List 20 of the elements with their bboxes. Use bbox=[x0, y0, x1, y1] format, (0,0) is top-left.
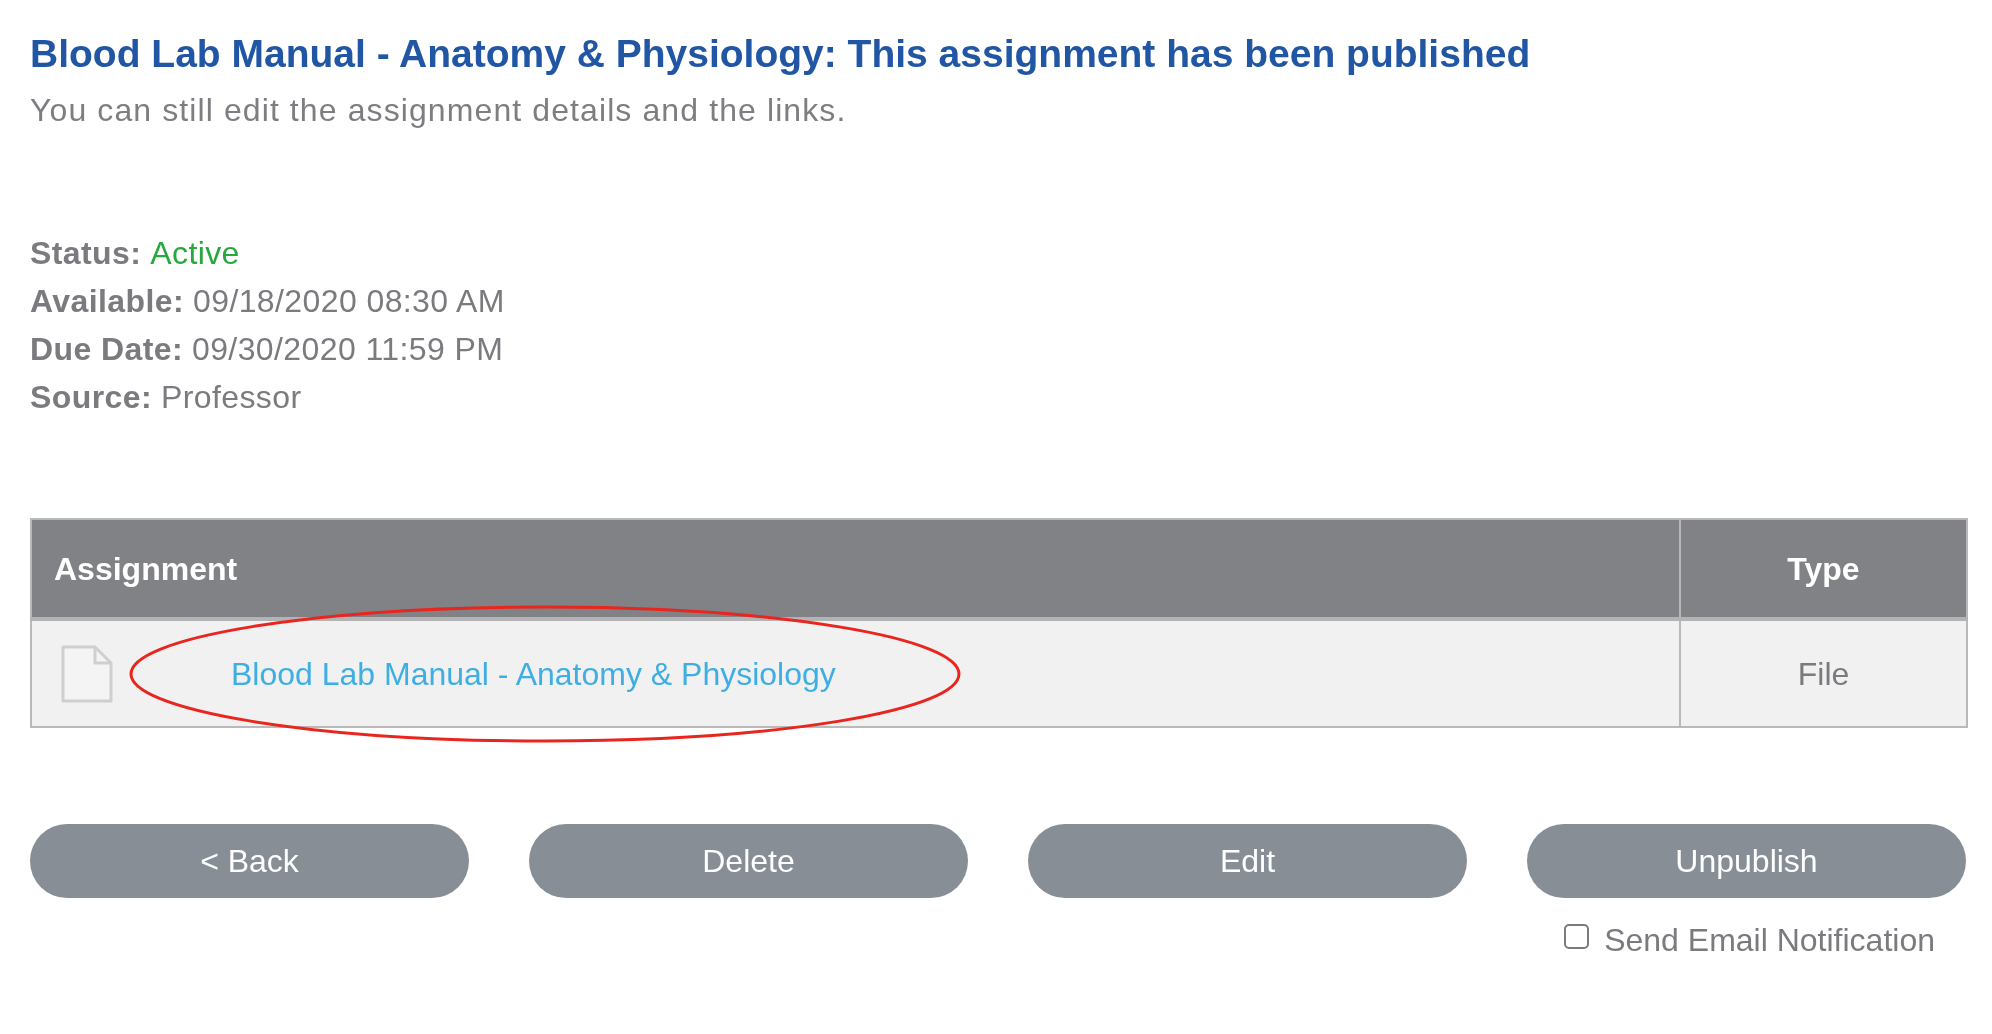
detail-label: Available: bbox=[30, 282, 184, 321]
detail-label: Status: bbox=[30, 234, 142, 273]
detail-value: Professor bbox=[160, 378, 302, 417]
detail-label: Source: bbox=[30, 378, 152, 417]
table-cell: File bbox=[1680, 619, 1967, 727]
page-subtitle: You can still edit the assignment details and the links. bbox=[30, 91, 847, 129]
column-header: Type bbox=[1680, 519, 1967, 619]
action-button[interactable]: Edit bbox=[1028, 824, 1467, 898]
detail-value: 09/30/2020 11:59 PM bbox=[191, 330, 504, 369]
action-button[interactable]: Delete bbox=[529, 824, 968, 898]
checkbox[interactable] bbox=[1564, 923, 1590, 949]
checkbox-label: Send Email Notification bbox=[1604, 921, 1935, 959]
column-header: Assignment bbox=[31, 519, 1680, 619]
action-button[interactable]: < Back bbox=[30, 824, 469, 898]
file-icon bbox=[61, 644, 113, 703]
action-button[interactable]: Unpublish bbox=[1527, 824, 1966, 898]
status-value: Active bbox=[150, 234, 240, 273]
detail-label: Due Date: bbox=[30, 330, 183, 369]
detail-value: 09/18/2020 08:30 AM bbox=[193, 282, 505, 321]
page-title: Blood Lab Manual - Anatomy & Physiology: This assignment has been published bbox=[30, 31, 1531, 77]
